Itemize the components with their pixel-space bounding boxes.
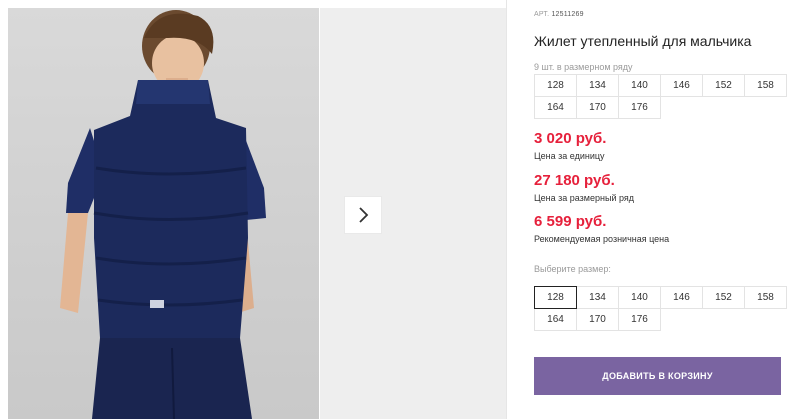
series-price: 27 180 руб. <box>534 172 615 189</box>
size-option[interactable]: 164 <box>534 308 577 331</box>
sku-value: 12511269 <box>551 11 584 18</box>
product-photo[interactable] <box>8 8 319 419</box>
size-picker: 128 134 140 146 152 158 164 170 176 <box>534 286 787 331</box>
size-option[interactable]: 134 <box>576 286 619 309</box>
retail-price-note: Рекомендуемая розничная цена <box>534 234 670 244</box>
chevron-right-icon <box>359 207 369 223</box>
series-price-note: Цена за размерный ряд <box>534 193 635 203</box>
add-to-cart-button[interactable]: ДОБАВИТЬ В КОРЗИНУ <box>534 357 781 395</box>
next-image-button[interactable] <box>344 196 382 234</box>
series-size: 146 <box>660 74 703 97</box>
product-gallery <box>0 0 507 419</box>
choose-size-label: Выберите размер: <box>534 264 611 274</box>
sku: АРТ. 12511269 <box>534 11 584 18</box>
series-size: 140 <box>618 74 661 97</box>
series-size: 134 <box>576 74 619 97</box>
size-option[interactable]: 140 <box>618 286 661 309</box>
boy-in-vest-illustration <box>60 10 266 419</box>
size-option[interactable]: 176 <box>618 308 661 331</box>
sku-label: АРТ. <box>534 11 550 18</box>
product-info-panel: АРТ. 12511269 Жилет утепленный для мальч… <box>534 0 800 419</box>
series-size: 170 <box>576 96 619 119</box>
series-size: 164 <box>534 96 577 119</box>
unit-price: 3 020 руб. <box>534 130 607 147</box>
series-size: 158 <box>744 74 787 97</box>
product-title: Жилет утепленный для мальчика <box>534 33 752 49</box>
series-size-grid: 128 134 140 146 152 158 164 170 176 <box>534 74 787 119</box>
series-size: 128 <box>534 74 577 97</box>
series-size: 152 <box>702 74 745 97</box>
unit-price-note: Цена за единицу <box>534 151 605 161</box>
series-size: 176 <box>618 96 661 119</box>
size-option[interactable]: 146 <box>660 286 703 309</box>
size-option-selected[interactable]: 128 <box>534 286 577 309</box>
retail-price: 6 599 руб. <box>534 213 607 230</box>
series-label: 9 шт. в размерном ряду <box>534 62 633 72</box>
size-option[interactable]: 152 <box>702 286 745 309</box>
size-option[interactable]: 170 <box>576 308 619 331</box>
size-option[interactable]: 158 <box>744 286 787 309</box>
